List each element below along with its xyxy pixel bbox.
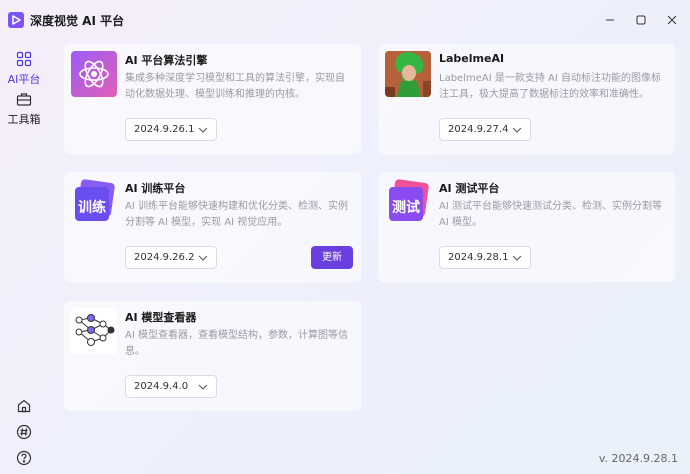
train-icon-label: 训练 (78, 200, 106, 216)
card-title: AI 测试平台 (439, 182, 500, 195)
maximize-button[interactable] (633, 12, 649, 28)
chevron-down-icon (198, 384, 208, 390)
card-ai-model-viewer[interactable]: AI 模型查看器 AI 模型查看器，查看模型结构，参数，计算图等信息。 2024… (64, 301, 361, 411)
sidebar-item-label: AI平台 (7, 73, 41, 86)
chevron-down-icon (512, 255, 522, 261)
grid-icon (16, 51, 32, 67)
card-title: AI 平台算法引擎 (125, 54, 208, 67)
sidebar-item-ai-platform[interactable]: AI平台 (2, 46, 46, 86)
version-value: 2024.9.26.2 (134, 252, 195, 263)
train-icon: 训练 (71, 179, 117, 225)
title-bar: 深度视觉 AI 平台 (0, 0, 690, 40)
card-description: AI 训练平台能够快速构建和优化分类、检测、实例分割等 AI 模型，实现 AI … (125, 201, 348, 228)
network-graph-icon (71, 308, 117, 354)
app-logo-icon (8, 12, 24, 28)
version-select[interactable]: 2024.9.26.2 (125, 246, 217, 269)
app-version: v. 2024.9.28.1 (598, 452, 678, 465)
card-ai-engine[interactable]: AI 平台算法引擎 集成多种深度学习模型和工具的算法引擎，实现自动化数据处理、模… (64, 44, 361, 154)
version-value: 2024.9.26.1 (134, 124, 195, 135)
update-button[interactable]: 更新 (311, 246, 353, 269)
toolbox-icon (16, 91, 32, 107)
card-title: AI 模型查看器 (125, 311, 197, 324)
version-value: 2024.9.4.0 (134, 381, 189, 392)
version-value: 2024.9.28.1 (448, 252, 509, 263)
card-description: AI 模型查看器，查看模型结构，参数，计算图等信息。 (125, 330, 348, 357)
sidebar-item-label: 工具箱 (7, 113, 41, 126)
atom-icon (71, 51, 117, 97)
card-description: AI 测试平台能够快速测试分类、检测、实例分割等 AI 模型。 (439, 201, 662, 228)
chevron-down-icon (198, 127, 208, 133)
chevron-down-icon (512, 127, 522, 133)
chevron-down-icon (198, 255, 208, 261)
test-icon-label: 测试 (392, 200, 420, 216)
card-description: 集成多种深度学习模型和工具的算法引擎，实现自动化数据处理、模型训练和推理的内核。 (125, 73, 345, 100)
card-description: LabelmeAI 是一款支持 AI 自动标注功能的图像标注工具，极大提高了数据… (439, 73, 661, 100)
sidebar: AI平台 工具箱 (0, 40, 48, 474)
test-icon: 测试 (385, 179, 431, 225)
version-select[interactable]: 2024.9.27.4 (439, 118, 531, 141)
home-icon[interactable] (16, 398, 32, 414)
labelme-image (385, 51, 431, 97)
sidebar-item-toolbox[interactable]: 工具箱 (2, 86, 46, 126)
card-labelme[interactable]: LabelmeAI LabelmeAI 是一款支持 AI 自动标注功能的图像标注… (378, 44, 675, 154)
card-title: LabelmeAI (439, 52, 505, 65)
card-title: AI 训练平台 (125, 182, 186, 195)
app-title: 深度视觉 AI 平台 (30, 14, 125, 28)
version-value: 2024.9.27.4 (448, 124, 509, 135)
version-select[interactable]: 2024.9.28.1 (439, 246, 531, 269)
help-icon[interactable] (16, 450, 32, 466)
hash-icon[interactable] (16, 424, 32, 440)
version-select[interactable]: 2024.9.4.0 (125, 375, 217, 398)
close-button[interactable] (664, 12, 680, 28)
card-ai-test[interactable]: 测试 AI 测试平台 AI 测试平台能够快速测试分类、检测、实例分割等 AI 模… (378, 172, 675, 282)
minimize-button[interactable] (602, 12, 618, 28)
card-ai-train[interactable]: 训练 AI 训练平台 AI 训练平台能够快速构建和优化分类、检测、实例分割等 A… (64, 172, 361, 282)
version-select[interactable]: 2024.9.26.1 (125, 118, 217, 141)
